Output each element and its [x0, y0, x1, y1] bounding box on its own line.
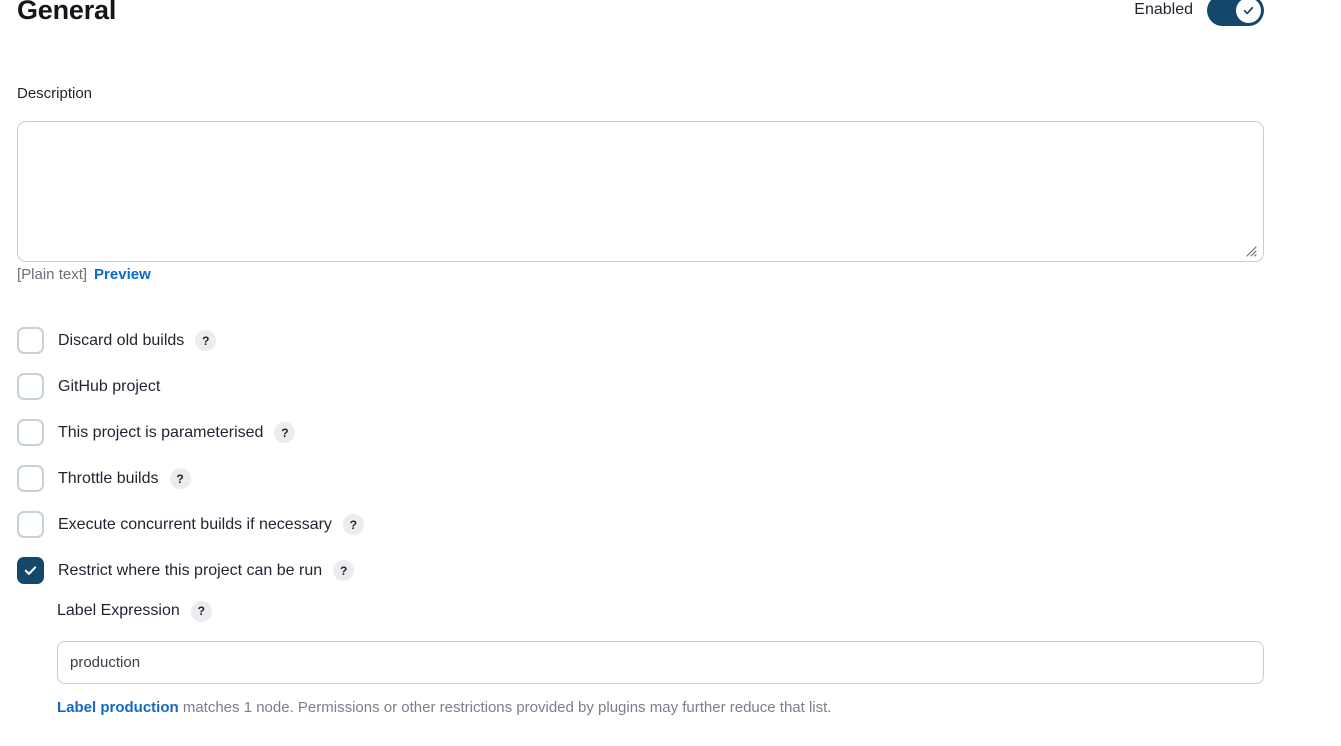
enabled-toggle[interactable]	[1207, 0, 1264, 26]
checkbox-project-is-parameterised[interactable]	[17, 419, 44, 446]
option-label[interactable]: This project is parameterised	[58, 424, 263, 442]
help-icon[interactable]: ?	[274, 422, 296, 443]
option-label[interactable]: GitHub project	[58, 378, 160, 396]
option-throttle-builds[interactable]: Throttle builds ?	[17, 462, 1277, 495]
help-icon[interactable]: ?	[169, 468, 191, 489]
description-format-row: [Plain text] Preview	[17, 266, 151, 283]
label-expression-block: Label Expression ? Label production matc…	[57, 599, 1264, 718]
checkbox-github-project[interactable]	[17, 373, 44, 400]
enabled-toggle-group: Enabled	[1134, 0, 1264, 26]
toggle-knob	[1236, 0, 1261, 23]
checkbox-execute-concurrent-builds[interactable]	[17, 511, 44, 538]
option-discard-old-builds[interactable]: Discard old builds ?	[17, 324, 1277, 357]
label-hint-text: matches 1 node. Permissions or other res…	[178, 699, 832, 716]
option-label[interactable]: Restrict where this project can be run	[58, 562, 322, 580]
options-list: Discard old builds ? GitHub project This…	[17, 324, 1277, 600]
help-icon[interactable]: ?	[342, 514, 364, 535]
option-execute-concurrent-builds[interactable]: Execute concurrent builds if necessary ?	[17, 508, 1277, 541]
help-icon[interactable]: ?	[190, 600, 212, 622]
check-icon	[1243, 6, 1254, 14]
option-label[interactable]: Execute concurrent builds if necessary	[58, 516, 332, 534]
section-header: General Enabled	[17, 0, 1264, 32]
page-title: General	[17, 0, 117, 25]
help-icon[interactable]: ?	[195, 330, 217, 351]
enabled-label: Enabled	[1134, 1, 1193, 18]
description-input[interactable]	[17, 121, 1264, 262]
label-expression-label: Label Expression	[57, 602, 180, 619]
option-github-project[interactable]: GitHub project	[17, 370, 1277, 403]
check-icon	[24, 566, 37, 575]
help-icon[interactable]: ?	[333, 560, 355, 581]
checkbox-discard-old-builds[interactable]	[17, 327, 44, 354]
checkbox-throttle-builds[interactable]	[17, 465, 44, 492]
checkbox-restrict-where-project-can-run[interactable]	[17, 557, 44, 584]
preview-link[interactable]: Preview	[94, 266, 151, 283]
option-project-is-parameterised[interactable]: This project is parameterised ?	[17, 416, 1277, 449]
option-label[interactable]: Throttle builds	[58, 470, 159, 488]
plain-text-note: [Plain text]	[17, 266, 88, 283]
label-expression-input[interactable]	[57, 641, 1264, 684]
option-restrict-where-project-can-run[interactable]: Restrict where this project can be run ?	[17, 554, 1277, 587]
general-config-page: General Enabled Description [Plain text]…	[0, 0, 1341, 746]
label-expression-header: Label Expression ?	[57, 599, 1264, 623]
description-label: Description	[17, 85, 93, 102]
label-expression-hint: Label production matches 1 node. Permiss…	[57, 698, 1264, 718]
label-node-link[interactable]: Label production	[57, 699, 179, 716]
option-label[interactable]: Discard old builds	[58, 332, 184, 350]
